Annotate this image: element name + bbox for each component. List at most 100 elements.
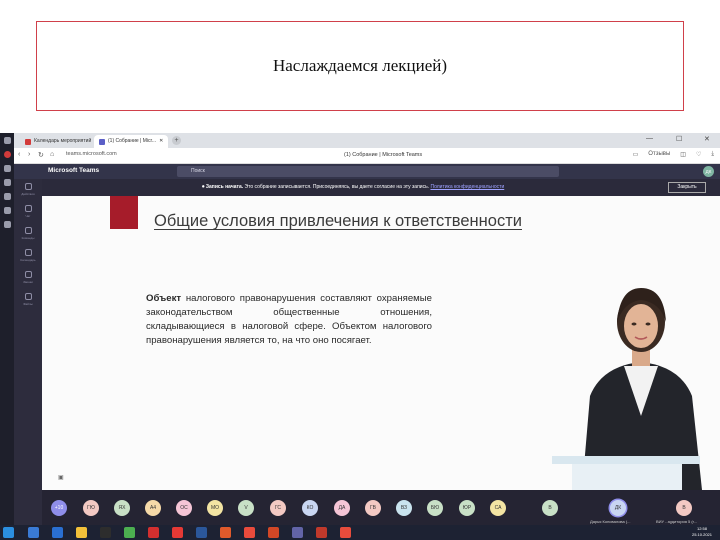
tab-label: (1) Собрание | Micr... (108, 138, 157, 144)
teams-icon[interactable] (292, 527, 303, 538)
close-tab-icon[interactable]: ✕ (159, 135, 163, 148)
participant-video-tile[interactable]: ДК (610, 500, 626, 516)
calendar-icon (24, 249, 32, 256)
rail-item-teams[interactable]: Команды (22, 227, 34, 245)
chrome-icon[interactable] (124, 527, 135, 538)
reload-icon[interactable]: ↻ (38, 151, 44, 159)
snapshot-icon[interactable]: ◫ (680, 151, 686, 158)
forward-icon[interactable]: › (28, 151, 30, 158)
avatar[interactable]: ДК (703, 166, 714, 177)
participant-avatar[interactable]: ГЮ (83, 500, 99, 516)
teams-screenshot: Календарь мероприятий (1) Собрание | Mic… (0, 133, 720, 540)
minimize-icon[interactable]: — (646, 135, 653, 142)
rail-label: Чат (25, 214, 31, 218)
rail-item-chat[interactable]: Чат (22, 205, 34, 223)
tab-teams-meeting[interactable]: (1) Собрание | Micr... ✕ (94, 135, 169, 148)
folder-icon[interactable] (76, 527, 87, 538)
feedback-button[interactable]: Отзывы (648, 151, 670, 158)
app-icon[interactable] (340, 527, 351, 538)
new-tab-button[interactable]: + (172, 136, 181, 145)
participant-avatar[interactable]: ЯХ (114, 500, 130, 516)
page-title: (1) Собрание | Microsoft Teams (344, 152, 423, 158)
participant-avatar[interactable]: ЮР (459, 500, 475, 516)
maximize-icon[interactable]: ☐ (676, 135, 682, 143)
slide-title-text: Наслаждаемся лекцией) (272, 56, 448, 75)
settings-icon[interactable] (3, 207, 11, 214)
app-name: Microsoft Teams (48, 167, 100, 174)
clock-date: 25.10.2021 (691, 532, 712, 537)
address-bar: ‹ › ↻ ⌂ teams.microsoft.com (1) Собрание… (14, 148, 720, 164)
participant-video-tile[interactable]: В (676, 500, 692, 516)
shared-slide-body: Объект налогового правонарушения составл… (146, 292, 432, 348)
system-clock[interactable]: 12:58 25.10.2021 (692, 526, 712, 538)
rail-item-activity[interactable]: Действия (21, 183, 35, 201)
search-input[interactable]: Поиск (177, 166, 559, 177)
rail-item-calls[interactable]: Звонки (22, 271, 34, 289)
back-icon[interactable]: ‹ (18, 151, 20, 158)
opera-icon[interactable] (3, 151, 11, 158)
app-icon[interactable] (220, 527, 231, 538)
ie-icon[interactable] (52, 527, 63, 538)
participant-avatar[interactable]: V (238, 500, 254, 516)
phone-icon (24, 271, 32, 278)
tab-calendar[interactable]: Календарь мероприятий (20, 135, 96, 148)
privacy-link[interactable]: Политика конфиденциальности (430, 184, 504, 190)
opera-icon[interactable] (172, 527, 183, 538)
slide-title-box: Наслаждаемся лекцией) (36, 21, 684, 111)
user-icon[interactable] (3, 137, 11, 144)
app-icon[interactable] (316, 527, 327, 538)
participant-avatar[interactable]: ОС (176, 500, 192, 516)
share-info-icon[interactable]: ▣ (58, 474, 64, 481)
extensions-icon[interactable] (3, 179, 11, 186)
powerpoint-icon[interactable] (268, 527, 279, 538)
close-notice-button[interactable]: Закрыть (668, 182, 706, 193)
participant-video-tile[interactable]: В (542, 500, 558, 516)
slide-body-bold: Объект (146, 293, 182, 304)
teams-app-rail: Действия Чат Команды Календарь Звонки Фа… (14, 179, 42, 525)
download-icon[interactable]: ⤓ (711, 151, 714, 158)
presenter-video (552, 266, 720, 496)
edge-icon[interactable] (28, 527, 39, 538)
recording-notice: ⏺ Запись начата. Это собрание записывает… (42, 179, 720, 196)
more-participants-badge[interactable]: +10 (51, 500, 67, 516)
participant-avatar[interactable]: ВЗ (396, 500, 412, 516)
close-window-icon[interactable]: ✕ (704, 135, 710, 143)
bell-icon (24, 183, 32, 190)
home-icon[interactable]: ⌂ (50, 151, 54, 158)
word-icon[interactable] (196, 527, 207, 538)
camera-icon[interactable]: ▭ (633, 151, 639, 158)
participant-avatar[interactable]: ГС (270, 500, 286, 516)
participant-name: Дарья Коновалова (... (590, 519, 631, 524)
rail-label: Звонки (23, 280, 33, 284)
participant-avatar[interactable]: КО (302, 500, 318, 516)
participant-avatar[interactable]: ДА (334, 500, 350, 516)
shared-slide-title: Общие условия привлечения к ответственно… (154, 212, 522, 230)
yandex-icon[interactable] (148, 527, 159, 538)
participants-strip: +10 ГЮ ЯХ А4 ОС МО V ГС КО ДА ГВ ВЗ БЮ Ю… (42, 490, 720, 525)
browser-tab-bar: Календарь мероприятий (1) Собрание | Mic… (14, 133, 720, 148)
url-field[interactable]: teams.microsoft.com (66, 151, 117, 157)
tab-label: Календарь мероприятий (34, 138, 92, 144)
whatsapp-icon[interactable] (3, 193, 11, 200)
participant-avatar[interactable]: БЮ (427, 500, 443, 516)
rail-item-files[interactable]: Файлы (22, 293, 34, 311)
teams-icon (24, 227, 32, 234)
teams-header: Microsoft Teams Поиск ДК (14, 164, 720, 179)
participant-avatar[interactable]: СА (490, 500, 506, 516)
notice-bold: Запись начата. (205, 184, 244, 190)
meeting-stage: Общие условия привлечения к ответственно… (42, 196, 720, 538)
heart-icon[interactable]: ♡ (696, 151, 701, 158)
participant-avatar[interactable]: ГВ (365, 500, 381, 516)
media-icon[interactable] (100, 527, 111, 538)
start-icon[interactable] (3, 527, 14, 538)
history-icon[interactable] (3, 165, 11, 172)
bookmarks-icon[interactable] (3, 221, 11, 228)
rail-label: Действия (21, 192, 35, 196)
notice-text: ⏺ Запись начата. Это собрание записывает… (202, 184, 504, 190)
participant-avatar[interactable]: А4 (145, 500, 161, 516)
participant-avatar[interactable]: МО (207, 500, 223, 516)
rail-label: Команды (21, 236, 35, 240)
rail-item-calendar[interactable]: Календарь (20, 249, 36, 267)
os-sidebar (0, 133, 14, 525)
pdf-icon[interactable] (244, 527, 255, 538)
